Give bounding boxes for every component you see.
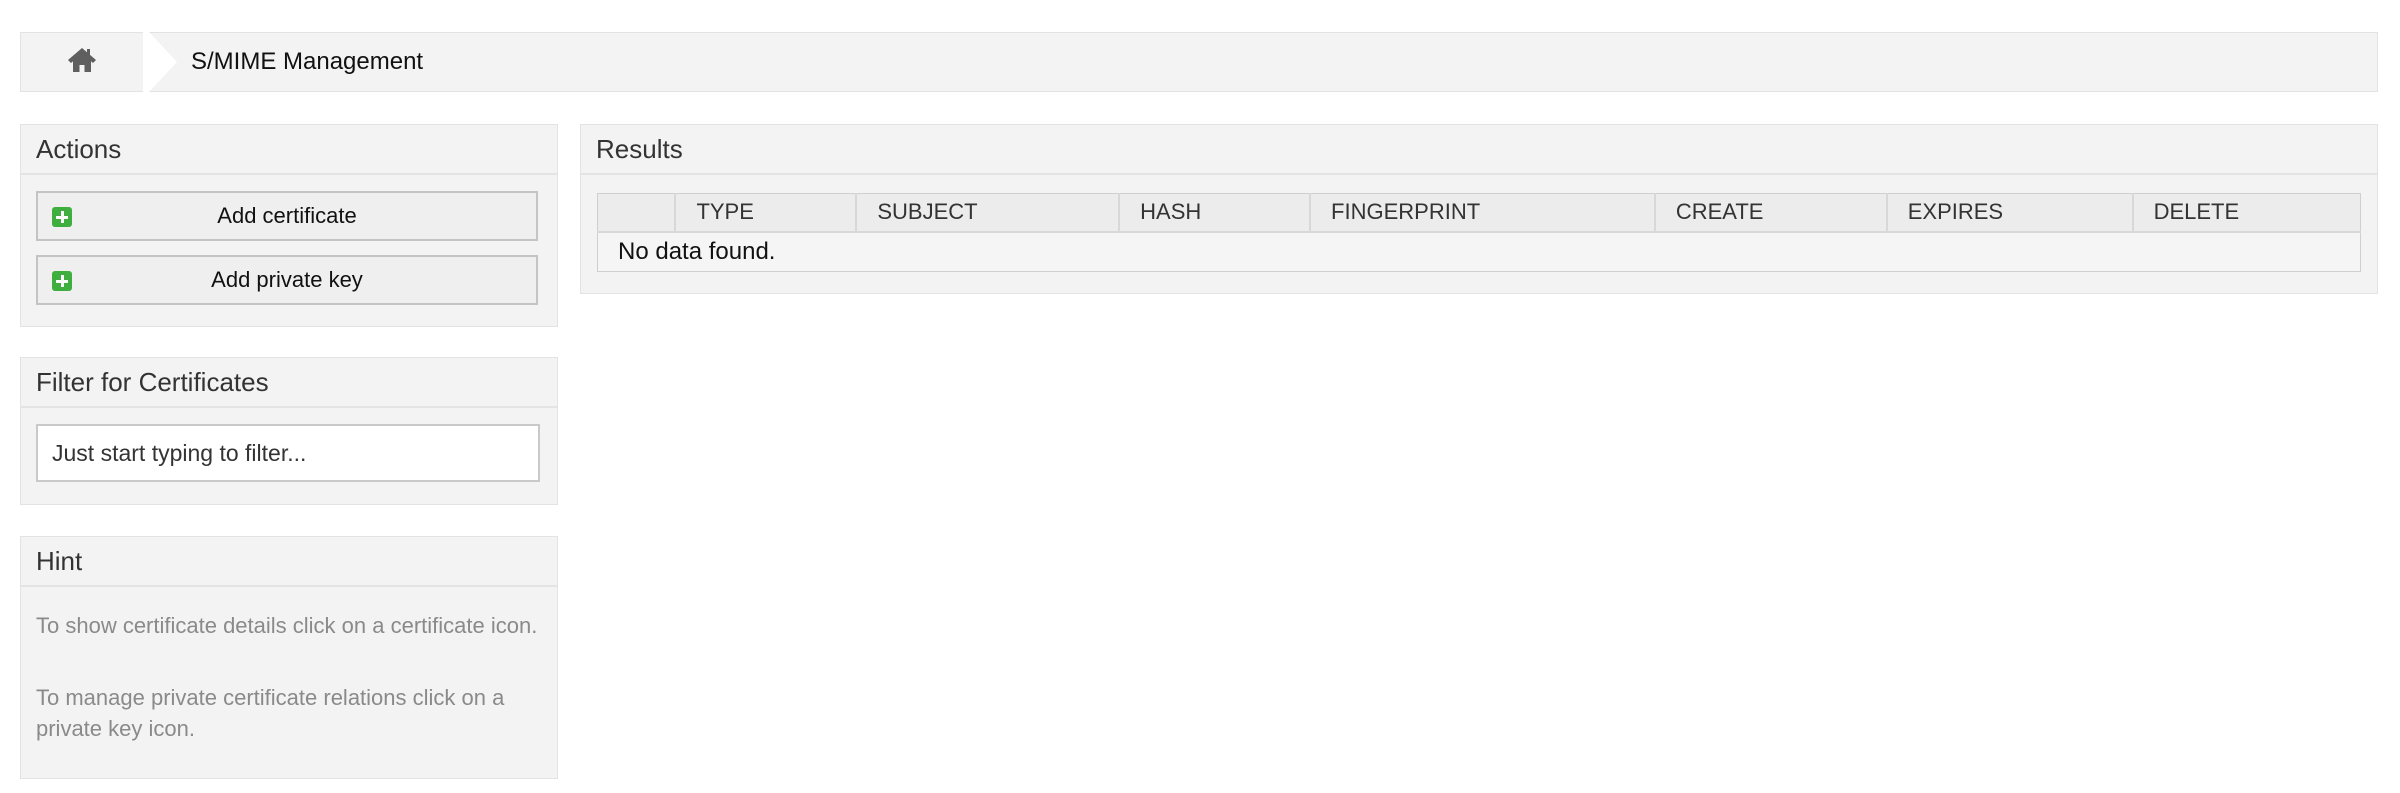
actions-widget: Actions Add certificate Add private key (20, 124, 558, 327)
column-header-subject[interactable]: SUBJECT (856, 193, 1121, 233)
filter-header: Filter for Certificates (21, 358, 557, 408)
hint-text-certificate: To show certificate details click on a c… (36, 613, 538, 638)
results-header: Results (581, 125, 2377, 175)
add-certificate-label: Add certificate (217, 203, 357, 228)
results-widget: Results TYPE SUBJECT HASH FINGERPRINT CR… (580, 124, 2378, 294)
add-private-key-label: Add private key (211, 267, 363, 292)
hint-header: Hint (21, 537, 557, 587)
table-row: No data found. (597, 231, 2361, 271)
filter-input[interactable] (36, 424, 540, 482)
plus-icon (52, 207, 72, 227)
column-header-select[interactable] (597, 193, 677, 233)
add-private-key-button[interactable]: Add private key (36, 255, 538, 305)
column-header-hash[interactable]: HASH (1119, 193, 1312, 233)
table-header-row: TYPE SUBJECT HASH FINGERPRINT CREATE EXP… (597, 193, 2361, 233)
breadcrumb-separator (143, 32, 177, 92)
home-icon (67, 46, 97, 79)
column-header-delete[interactable]: DELETE (2132, 193, 2361, 233)
column-header-fingerprint[interactable]: FINGERPRINT (1310, 193, 1656, 233)
filter-widget: Filter for Certificates (20, 357, 558, 505)
column-header-type[interactable]: TYPE (675, 193, 858, 233)
actions-header: Actions (21, 125, 557, 175)
hint-text-private-key: To manage private certificate relations … (36, 685, 505, 741)
column-header-create[interactable]: CREATE (1654, 193, 1888, 233)
plus-icon (52, 271, 72, 291)
page-title: S/MIME Management (191, 48, 424, 75)
add-certificate-button[interactable]: Add certificate (36, 191, 538, 241)
breadcrumb: S/MIME Management (20, 32, 2378, 92)
hint-widget: Hint To show certificate details click o… (20, 536, 558, 779)
empty-message: No data found. (597, 231, 2361, 271)
column-header-expires[interactable]: EXPIRES (1886, 193, 2134, 233)
results-table: TYPE SUBJECT HASH FINGERPRINT CREATE EXP… (597, 193, 2361, 272)
home-link[interactable] (21, 33, 143, 91)
